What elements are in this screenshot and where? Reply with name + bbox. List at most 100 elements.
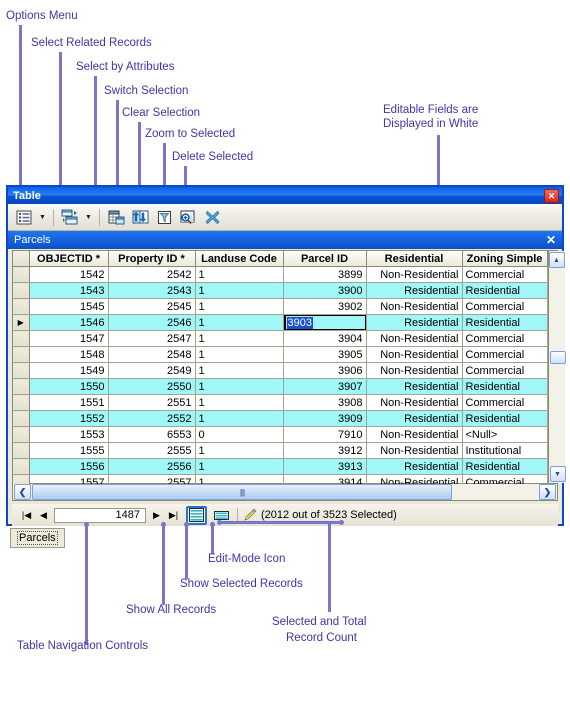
cell-property-id[interactable]: 2543 <box>108 282 196 299</box>
cell-parcel-id[interactable]: 3913 <box>283 458 367 475</box>
cell-residential[interactable]: Non-Residential <box>366 298 463 315</box>
table-row[interactable]: 1552 2552 1 3909 Residential Residential <box>13 410 548 427</box>
cell-objectid[interactable]: 1547 <box>29 330 109 347</box>
chevron-down-icon-related[interactable]: ▼ <box>83 207 94 228</box>
table-row[interactable]: 1542 2542 1 3899 Non-Residential Commercial <box>13 266 548 283</box>
row-selector[interactable] <box>13 378 30 395</box>
table-row[interactable]: 1545 2545 1 3902 Non-Residential Commercial <box>13 298 548 315</box>
row-selector[interactable] <box>13 442 30 459</box>
cell-property-id[interactable]: 2551 <box>108 394 196 411</box>
status-tab-parcels[interactable]: Parcels <box>10 528 65 548</box>
record-number-input[interactable]: 1487 <box>54 507 146 523</box>
cell-objectid[interactable]: 1545 <box>29 298 109 315</box>
select-by-attributes-button[interactable] <box>105 207 127 228</box>
horizontal-scrollbar[interactable]: ❮ |||| ❯ <box>12 484 558 501</box>
cell-zoning-simple[interactable]: Residential <box>462 314 548 331</box>
cell-landuse-code[interactable]: 1 <box>195 442 284 459</box>
cell-parcel-id[interactable]: 3904 <box>283 330 367 347</box>
cell-objectid[interactable]: 1542 <box>29 266 109 283</box>
row-selector[interactable] <box>13 330 30 347</box>
cell-zoning-simple[interactable]: Commercial <box>462 298 548 315</box>
cell-parcel-id[interactable]: 7910 <box>283 426 367 443</box>
cell-objectid[interactable]: 1551 <box>29 394 109 411</box>
select-related-records-button[interactable] <box>59 207 81 228</box>
row-selector[interactable] <box>13 362 30 379</box>
row-selector-current[interactable]: ▶ <box>13 314 30 331</box>
cell-residential[interactable]: Non-Residential <box>366 442 463 459</box>
column-header-zoning-simple[interactable]: Zoning Simple <box>462 251 548 267</box>
row-selector[interactable] <box>13 426 30 443</box>
table-row[interactable]: 1549 2549 1 3906 Non-Residential Commercial <box>13 362 548 379</box>
next-record-button[interactable]: ▶ <box>148 507 165 524</box>
cell-residential[interactable]: Non-Residential <box>366 426 463 443</box>
column-header-parcel-id[interactable]: Parcel ID <box>283 251 367 267</box>
cell-parcel-id[interactable]: 3909 <box>283 410 367 427</box>
cell-property-id[interactable]: 6553 <box>108 426 196 443</box>
delete-selected-button[interactable] <box>201 207 223 228</box>
clear-selection-button[interactable] <box>153 207 175 228</box>
row-selector[interactable] <box>13 394 30 411</box>
show-all-records-button[interactable] <box>186 505 207 525</box>
cell-parcel-id[interactable]: 3907 <box>283 378 367 395</box>
cell-residential[interactable]: Residential <box>366 410 463 427</box>
cell-residential[interactable]: Residential <box>366 314 463 331</box>
table-row[interactable]: 1548 2548 1 3905 Non-Residential Commercial <box>13 346 548 363</box>
cell-parcel-id[interactable]: 3906 <box>283 362 367 379</box>
column-header-objectid[interactable]: OBJECTID * <box>29 251 109 267</box>
cell-zoning-simple[interactable]: Commercial <box>462 394 548 411</box>
cell-property-id[interactable]: 2545 <box>108 298 196 315</box>
cell-property-id[interactable]: 2542 <box>108 266 196 283</box>
cell-parcel-id[interactable]: 3905 <box>283 346 367 363</box>
scroll-right-icon[interactable]: ❯ <box>539 484 556 500</box>
table-row[interactable]: 1547 2547 1 3904 Non-Residential Commercial <box>13 330 548 347</box>
cell-landuse-code[interactable]: 0 <box>195 426 284 443</box>
cell-property-id[interactable]: 2556 <box>108 458 196 475</box>
row-selector[interactable] <box>13 346 30 363</box>
scroll-down-icon[interactable]: ▼ <box>549 466 566 482</box>
cell-zoning-simple[interactable]: <Null> <box>462 426 548 443</box>
cell-parcel-id[interactable]: 3908 <box>283 394 367 411</box>
column-header-landuse-code[interactable]: Landuse Code <box>195 251 284 267</box>
cell-property-id[interactable]: 2550 <box>108 378 196 395</box>
cell-objectid[interactable]: 1556 <box>29 458 109 475</box>
previous-record-button[interactable]: ◀ <box>35 507 52 524</box>
table-row[interactable]: 1551 2551 1 3908 Non-Residential Commercial <box>13 394 548 411</box>
column-header-property-id[interactable]: Property ID * <box>108 251 196 267</box>
cell-landuse-code[interactable]: 1 <box>195 266 284 283</box>
row-selector[interactable] <box>13 266 30 283</box>
cell-zoning-simple[interactable]: Commercial <box>462 266 548 283</box>
cell-zoning-simple[interactable]: Commercial <box>462 346 548 363</box>
cell-zoning-simple[interactable]: Residential <box>462 458 548 475</box>
cell-zoning-simple[interactable]: Commercial <box>462 330 548 347</box>
cell-zoning-simple[interactable]: Institutional <box>462 442 548 459</box>
cell-objectid[interactable]: 1549 <box>29 362 109 379</box>
table-row[interactable]: 1550 2550 1 3907 Residential Residential <box>13 378 548 395</box>
cell-objectid[interactable]: 1543 <box>29 282 109 299</box>
vertical-scrollbar-thumb[interactable] <box>549 351 566 364</box>
tab-close-icon[interactable]: ✕ <box>546 232 556 248</box>
cell-property-id[interactable]: 2547 <box>108 330 196 347</box>
chevron-down-icon-options[interactable]: ▼ <box>37 207 48 228</box>
column-header-residential[interactable]: Residential <box>366 251 463 267</box>
cell-objectid[interactable]: 1546 <box>29 314 109 331</box>
cell-zoning-simple[interactable]: Commercial <box>462 362 548 379</box>
last-record-button[interactable]: ▶| <box>165 507 182 524</box>
cell-property-id[interactable]: 2552 <box>108 410 196 427</box>
options-menu-button[interactable] <box>13 207 35 228</box>
cell-residential[interactable]: Residential <box>366 458 463 475</box>
cell-objectid[interactable]: 1553 <box>29 426 109 443</box>
cell-editor[interactable]: 3903 <box>283 314 365 330</box>
switch-selection-button[interactable] <box>129 207 151 228</box>
cell-property-id[interactable]: 2548 <box>108 346 196 363</box>
cell-residential[interactable]: Residential <box>366 378 463 395</box>
vertical-scrollbar[interactable]: ▲ ▼ <box>547 251 566 483</box>
table-row[interactable]: 1556 2556 1 3913 Residential Residential <box>13 458 548 475</box>
cell-zoning-simple[interactable]: Residential <box>462 378 548 395</box>
cell-residential[interactable]: Residential <box>366 282 463 299</box>
cell-landuse-code[interactable]: 1 <box>195 458 284 475</box>
cell-objectid[interactable]: 1550 <box>29 378 109 395</box>
cell-parcel-id[interactable]: 3903 <box>283 314 367 331</box>
cell-residential[interactable]: Non-Residential <box>366 330 463 347</box>
cell-property-id[interactable]: 2555 <box>108 442 196 459</box>
cell-residential[interactable]: Non-Residential <box>366 266 463 283</box>
